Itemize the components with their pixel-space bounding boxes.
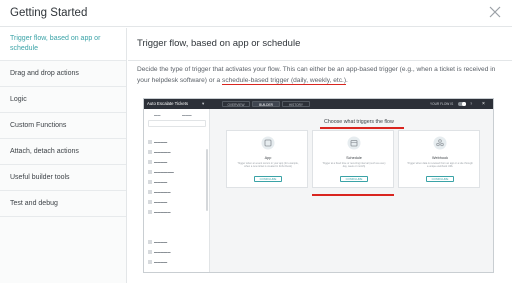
- list-item[interactable]: ▬▬▬▬: [148, 139, 167, 145]
- webhook-icon: [433, 136, 447, 150]
- description-highlight: schedule-based trigger (daily, weekly, e…: [222, 76, 347, 85]
- trigger-card-app[interactable]: App Trigger when an event occurs in your…: [226, 130, 308, 188]
- builder-tab-builder[interactable]: BUILDER: [252, 100, 280, 107]
- description-end: .: [346, 76, 348, 84]
- sidebar-item-logic[interactable]: Logic: [0, 87, 126, 113]
- sidebar-item-test-debug[interactable]: Test and debug: [0, 191, 126, 217]
- flow-status-label: YOUR FLOW IS: [430, 101, 454, 106]
- sidebar: Trigger flow, based on app or schedule D…: [0, 28, 127, 283]
- configure-button[interactable]: CONFIGURE: [426, 176, 454, 182]
- sidebar-item-trigger-flow[interactable]: Trigger flow, based on app or schedule: [0, 28, 126, 61]
- builder-tab-overview[interactable]: OVERVIEW: [222, 100, 250, 107]
- calendar-icon: [347, 136, 361, 150]
- card-description: Trigger at a fixed time or recurring int…: [322, 162, 386, 169]
- close-icon[interactable]: ×: [482, 101, 485, 107]
- builder-search-input[interactable]: [148, 120, 206, 127]
- card-description: Trigger when data is received from an ap…: [407, 162, 473, 169]
- configure-button[interactable]: CONFIGURE: [254, 176, 282, 182]
- card-title: Schedule: [346, 156, 362, 160]
- sidebar-item-drag-drop[interactable]: Drag and drop actions: [0, 61, 126, 87]
- sidebar-item-custom-functions[interactable]: Custom Functions: [0, 113, 126, 139]
- builder-app-title: Auto Escalate Tickets: [147, 101, 189, 106]
- description: Decide the type of trigger that activate…: [137, 65, 507, 86]
- list-item[interactable]: ▬▬▬▬: [148, 159, 167, 165]
- help-icon[interactable]: ?: [470, 101, 472, 106]
- trigger-card-webhook[interactable]: Webhook Trigger when data is received fr…: [398, 130, 480, 188]
- card-title: Webhook: [432, 156, 448, 160]
- list-item[interactable]: ▬▬▬▬: [148, 199, 167, 205]
- list-item[interactable]: ▬▬▬▬▬: [148, 189, 170, 195]
- app-trigger-icon: [261, 136, 275, 150]
- canvas-title: Choose what triggers the flow: [324, 119, 394, 125]
- flow-toggle[interactable]: [458, 101, 466, 106]
- list-item[interactable]: ▬▬▬▬▬: [148, 209, 170, 215]
- close-icon[interactable]: [488, 5, 502, 19]
- list-item[interactable]: ▬▬▬▬: [148, 239, 167, 245]
- trigger-card-schedule[interactable]: Schedule Trigger at a fixed time or recu…: [312, 130, 394, 188]
- scrollbar[interactable]: [206, 149, 208, 211]
- divider: [128, 60, 512, 61]
- main-content: Trigger flow, based on app or schedule D…: [128, 28, 512, 283]
- modal-header: Getting Started: [0, 0, 512, 27]
- builder-sidebar-tab[interactable]: ▬▬: [154, 113, 160, 117]
- list-item[interactable]: ▬▬▬▬▬▬: [148, 169, 174, 175]
- highlight-underline: [320, 127, 404, 129]
- list-item[interactable]: ▬▬▬▬▬: [148, 249, 170, 255]
- builder-tab-history[interactable]: HISTORY: [282, 100, 310, 107]
- sidebar-item-builder-tools[interactable]: Useful builder tools: [0, 165, 126, 191]
- builder-screenshot: Auto Escalate Tickets ▾ OVERVIEW BUILDER…: [143, 98, 494, 273]
- card-title: App: [264, 156, 272, 160]
- modal-title: Getting Started: [10, 7, 88, 19]
- configure-button[interactable]: CONFIGURE: [340, 176, 368, 182]
- chevron-down-icon: ▾: [202, 101, 205, 106]
- card-description: Trigger when an event occurs in your app…: [237, 162, 299, 169]
- highlight-underline: [312, 194, 394, 196]
- builder-sidebar: ▬▬ ▬▬▬ ▬▬▬▬ ▬▬▬▬▬ ▬▬▬▬ ▬▬▬▬▬▬ ▬▬▬▬ ▬▬▬▬▬…: [144, 109, 210, 272]
- list-item[interactable]: ▬▬▬▬▬: [148, 149, 170, 155]
- builder-sidebar-tab[interactable]: ▬▬▬: [182, 113, 192, 117]
- sidebar-item-attach-detach[interactable]: Attach, detach actions: [0, 139, 126, 165]
- page-title: Trigger flow, based on app or schedule: [137, 38, 301, 49]
- list-item[interactable]: ▬▬▬▬: [148, 179, 167, 185]
- list-item[interactable]: ▬▬▬▬: [148, 259, 167, 265]
- builder-topbar: Auto Escalate Tickets ▾ OVERVIEW BUILDER…: [144, 99, 493, 109]
